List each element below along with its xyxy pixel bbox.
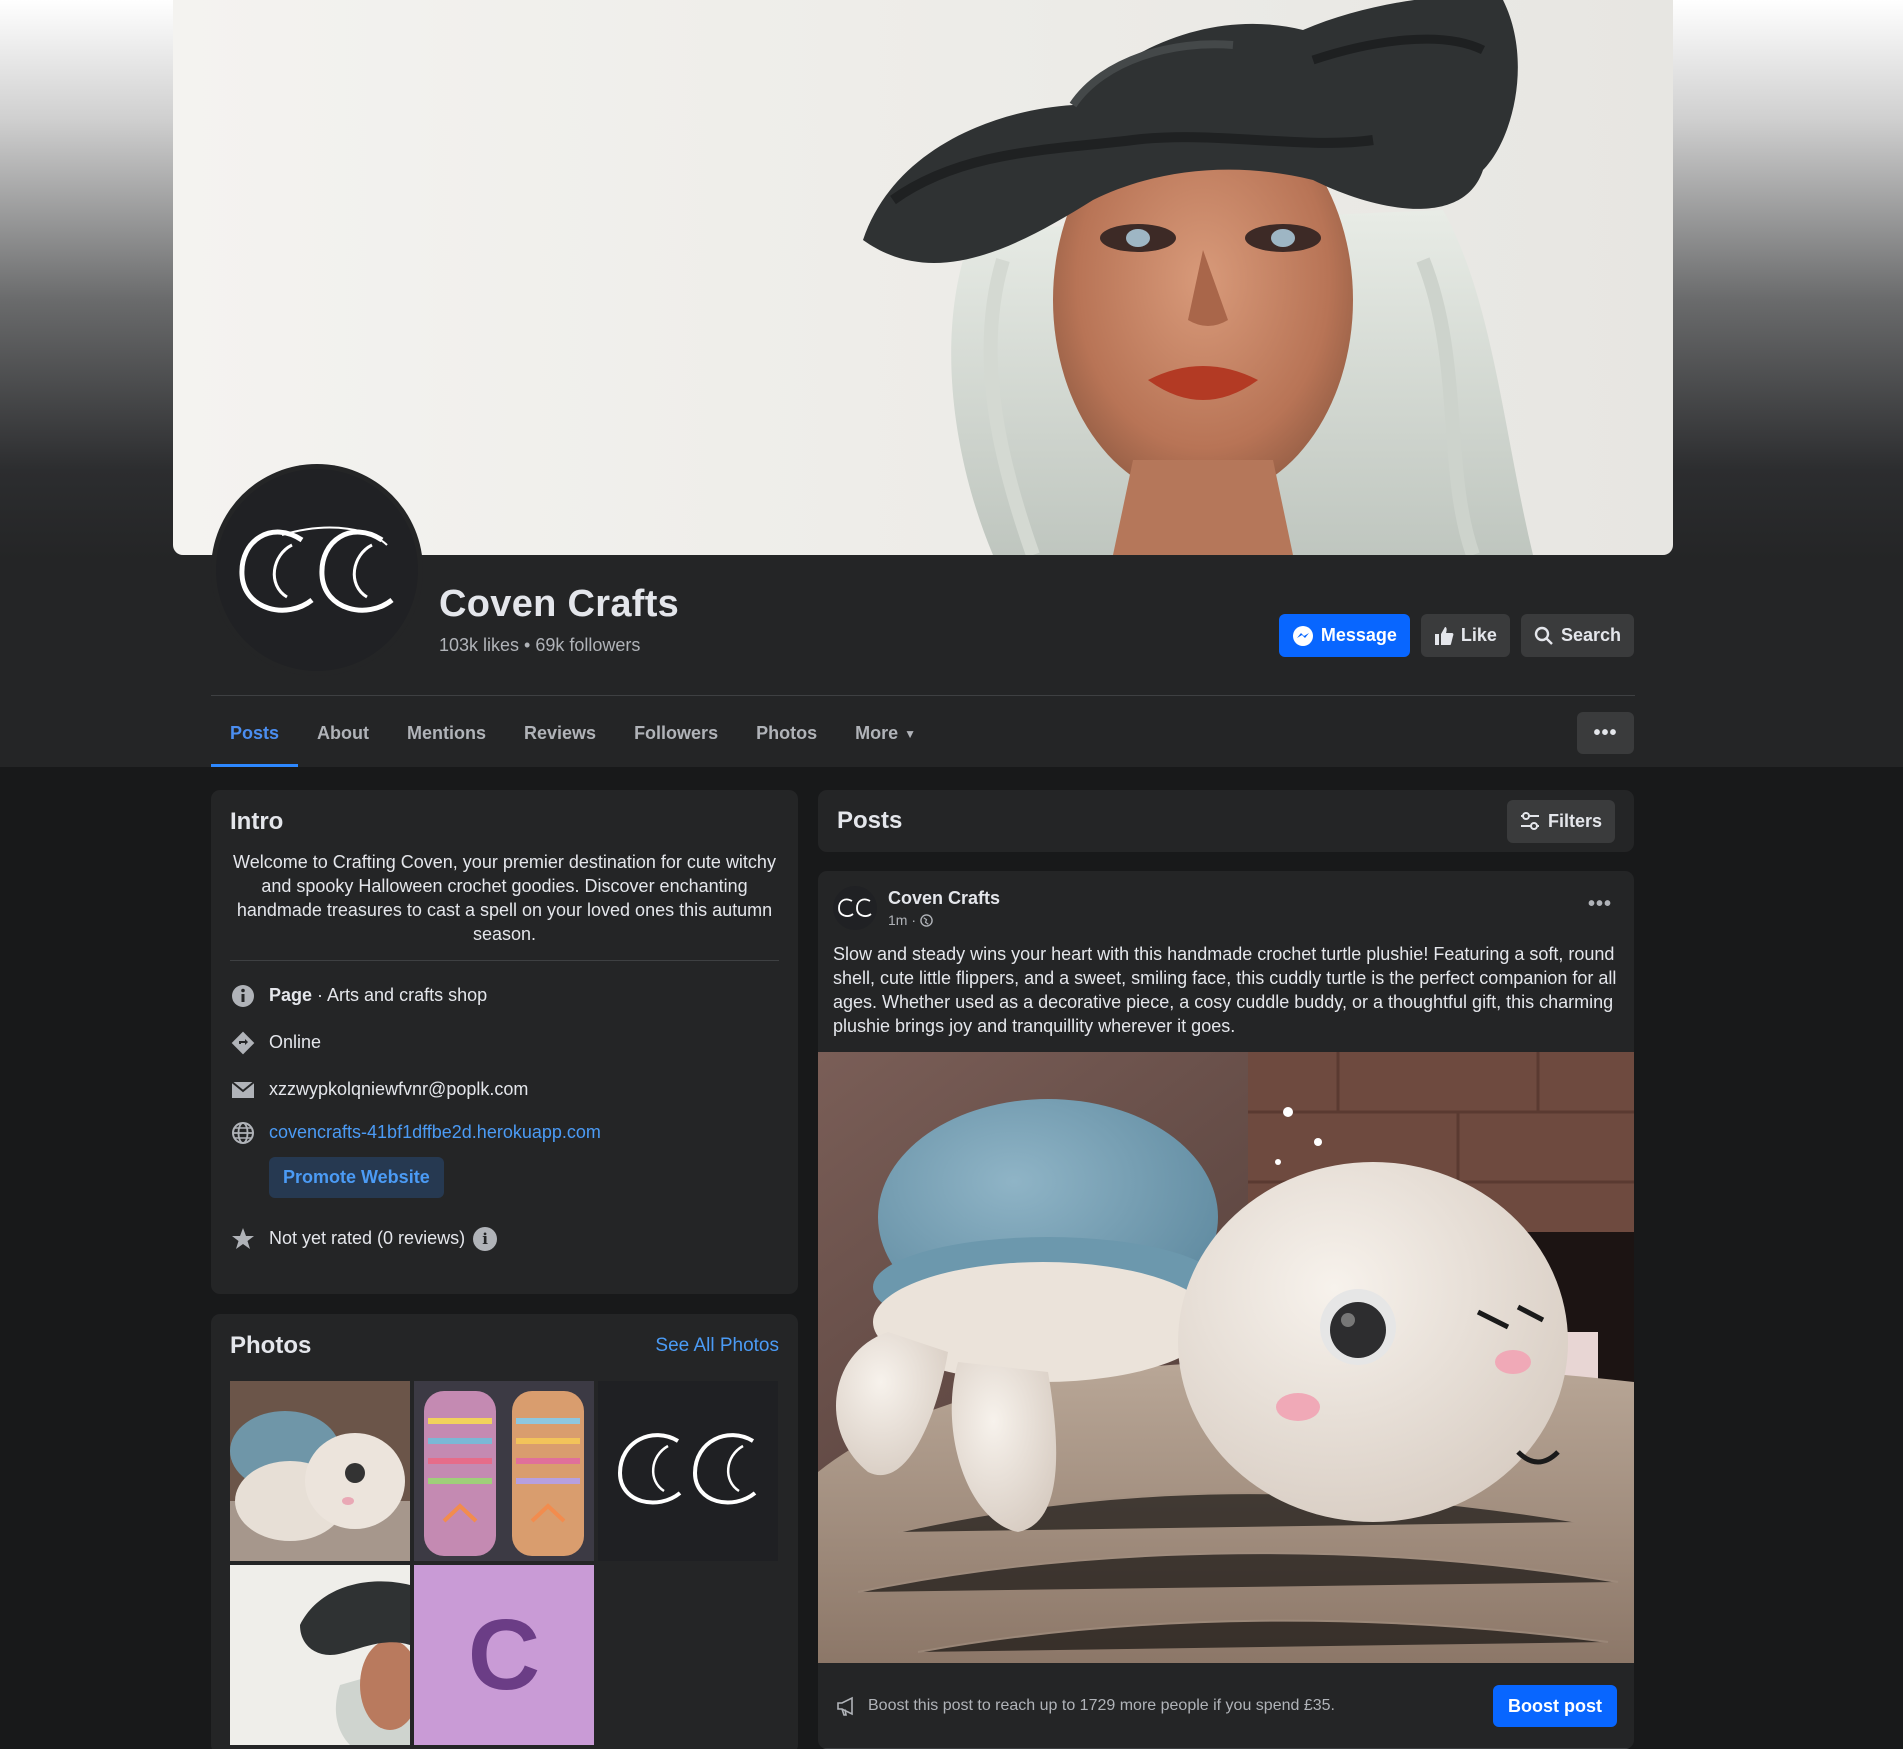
post-image-turtle[interactable]	[818, 1052, 1634, 1663]
post-time[interactable]: 1m ·	[888, 912, 916, 928]
filters-label: Filters	[1547, 810, 1602, 831]
post-author: Coven Crafts 1m ·	[833, 886, 1000, 930]
caret-down-icon: ▼	[904, 726, 916, 741]
tab-mentions[interactable]: Mentions	[388, 700, 505, 767]
category-label: Page	[269, 985, 313, 1005]
page-title: Coven Crafts	[439, 583, 680, 625]
posts-title: Posts	[837, 807, 903, 834]
post-author-name[interactable]: Coven Crafts	[888, 888, 1000, 909]
page-actions: Message Like Search	[1278, 614, 1634, 657]
category-value: · Arts and crafts shop	[312, 985, 488, 1005]
turtle-plush-photo	[818, 1052, 1634, 1663]
website-link[interactable]: covencrafts-41bf1dffbe2d.herokuapp.com	[269, 1122, 601, 1143]
page-stats: 103k likes • 69k followers	[439, 635, 640, 656]
status-text: Online	[269, 1032, 322, 1052]
like-button[interactable]: Like	[1420, 614, 1510, 657]
photo-letter-c-text: C	[467, 1598, 541, 1711]
rating-text: Not yet rated (0 reviews)	[269, 1228, 466, 1248]
star-icon	[230, 1226, 255, 1251]
photo-grid: C	[230, 1381, 779, 1745]
tab-followers[interactable]: Followers	[615, 700, 737, 767]
tab-posts[interactable]: Posts	[211, 700, 299, 767]
post-options-button[interactable]: •••	[1588, 893, 1612, 916]
search-button[interactable]: Search	[1520, 614, 1634, 657]
intro-description: Welcome to Crafting Coven, your premier …	[230, 850, 779, 961]
megaphone-icon	[837, 1696, 853, 1716]
photos-title: Photos	[230, 1332, 312, 1359]
filters-button[interactable]: Filters	[1506, 799, 1615, 843]
tab-about[interactable]: About	[298, 700, 388, 767]
post-text: Slow and steady wins your heart with thi…	[833, 944, 1617, 1036]
mail-icon	[230, 1077, 255, 1102]
photo-letter-c[interactable]: C	[414, 1565, 594, 1745]
tab-more-label: More	[855, 723, 899, 743]
photo-witch-cover[interactable]	[230, 1565, 410, 1745]
status-row: Online	[230, 1030, 779, 1055]
likes-count[interactable]: 103k likes	[439, 635, 519, 655]
messenger-icon	[1292, 625, 1313, 646]
like-label: Like	[1460, 625, 1497, 645]
globe-icon	[230, 1120, 255, 1145]
cc-logo	[216, 469, 418, 671]
boost-bar: Boost this post to reach up to 1729 more…	[818, 1663, 1634, 1749]
post-meta: 1m ·	[888, 912, 1000, 928]
tab-reviews[interactable]: Reviews	[505, 700, 615, 767]
photo-turtle[interactable]	[230, 1381, 410, 1561]
cover-witch-illustration	[863, 0, 1533, 555]
filters-icon	[1520, 812, 1539, 830]
message-button[interactable]: Message	[1278, 614, 1410, 657]
search-icon	[1534, 626, 1553, 645]
website-row: covencrafts-41bf1dffbe2d.herokuapp.com	[230, 1120, 779, 1145]
rating-info-icon[interactable]: i	[473, 1226, 498, 1251]
more-dots-icon: •••	[1593, 721, 1618, 744]
posts-header: Posts Filters	[818, 790, 1634, 852]
boost-text: Boost this post to reach up to 1729 more…	[868, 1696, 1335, 1714]
cover-photo[interactable]	[173, 0, 1673, 555]
page-tabs: Posts About Mentions Reviews Followers P…	[211, 700, 935, 767]
header-divider	[211, 695, 1635, 696]
intro-card: Intro Welcome to Crafting Coven, your pr…	[211, 790, 798, 1294]
profile-avatar[interactable]	[211, 464, 423, 676]
stats-separator: •	[524, 635, 531, 655]
thumbs-up-icon	[1434, 626, 1454, 645]
post-avatar[interactable]	[833, 886, 877, 930]
followers-count[interactable]: 69k followers	[535, 635, 640, 655]
info-icon	[230, 983, 255, 1008]
see-all-photos-link[interactable]: See All Photos	[655, 1335, 779, 1357]
diamond-icon	[230, 1030, 255, 1055]
photos-card: Photos See All Photos C	[211, 1314, 798, 1749]
rating-row: Not yet rated (0 reviews) i	[230, 1226, 779, 1251]
page-header: Coven Crafts 103k likes • 69k followers Me…	[0, 0, 1903, 767]
email-text[interactable]: xzzwypkolqniewfvnr@poplk.com	[269, 1079, 528, 1100]
photo-knitted-slippers[interactable]	[414, 1381, 594, 1561]
tab-photos[interactable]: Photos	[737, 700, 836, 767]
promote-website-button[interactable]: Promote Website	[269, 1157, 444, 1198]
globe-small-icon	[920, 913, 933, 927]
search-label: Search	[1560, 625, 1621, 645]
photo-cc-logo[interactable]	[598, 1381, 778, 1561]
message-label: Message	[1320, 625, 1397, 645]
email-row: xzzwypkolqniewfvnr@poplk.com	[230, 1077, 779, 1102]
tab-more[interactable]: More ▼	[836, 700, 935, 767]
boost-post-button[interactable]: Boost post	[1493, 1684, 1617, 1727]
post-card: Coven Crafts 1m · ••• Slow and steady wi…	[818, 871, 1634, 1749]
intro-title: Intro	[230, 808, 284, 835]
category-row: Page · Arts and crafts shop	[230, 983, 779, 1008]
more-options-button[interactable]: •••	[1577, 712, 1634, 754]
